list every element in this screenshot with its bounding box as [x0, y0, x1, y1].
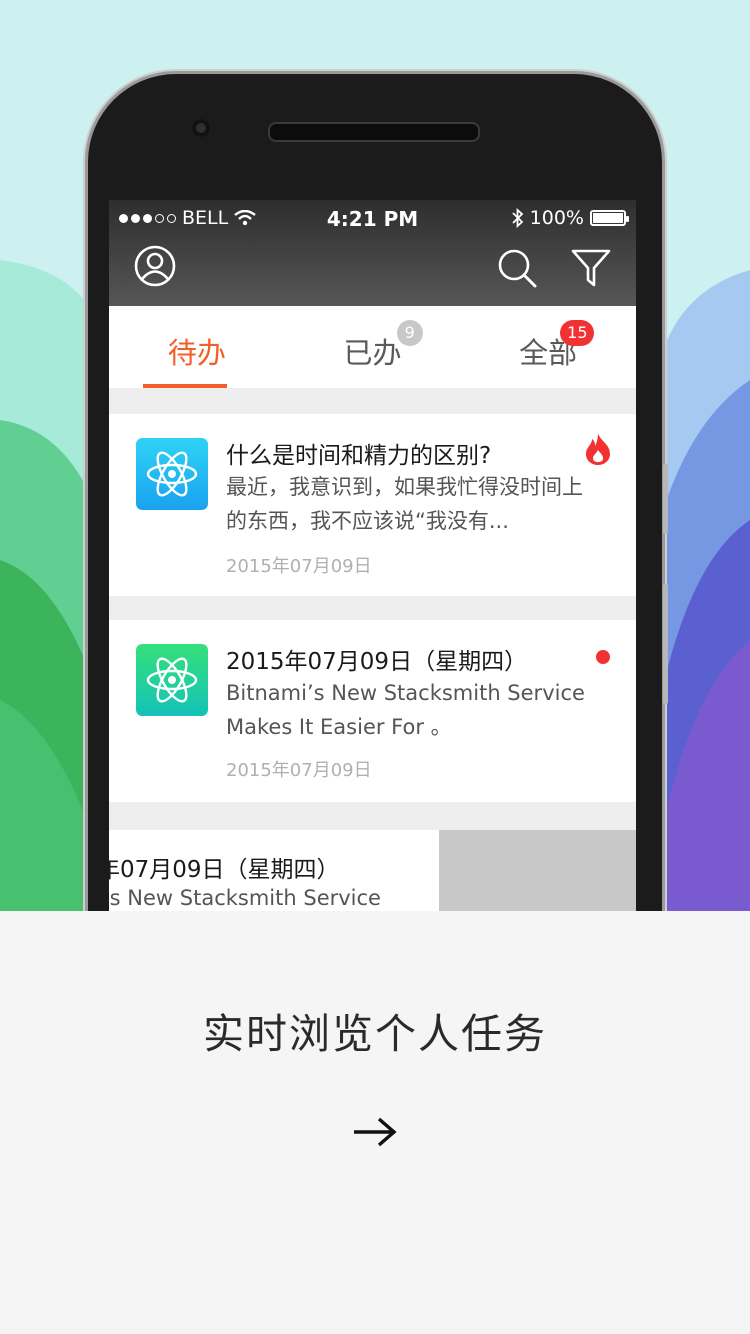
phone-frame: BELL 4:21 PM 100% 待办 已办 9 全部 15 什么是时间和精力… [88, 74, 668, 911]
phone-camera [192, 119, 210, 137]
task-card[interactable]: 2015年07月09日（星期四） Bitnami’s New Stacksmit… [109, 620, 636, 802]
arrow-right-icon[interactable] [351, 1112, 399, 1152]
user-circle-icon[interactable] [133, 244, 177, 288]
task-card[interactable]: 什么是时间和精力的区别? 最近，我意识到，如果我忙得没时间上的东西，我不应该说“… [109, 414, 636, 596]
filter-icon[interactable] [569, 246, 613, 290]
phone-speaker [268, 122, 480, 142]
fire-icon [586, 433, 610, 465]
task-description: Bitnami’s New Stacksmith Service Makes I… [226, 681, 585, 739]
task-title: 什么是时间和精力的区别? [226, 443, 492, 469]
app-header: BELL 4:21 PM 100% [109, 200, 636, 306]
count-badge: 9 [396, 320, 423, 346]
tab-label: 待办 [167, 336, 226, 370]
app-screen: BELL 4:21 PM 100% 待办 已办 9 全部 15 什么是时间和精力… [109, 200, 636, 911]
bluetooth-icon [512, 208, 523, 228]
volume-button [663, 464, 668, 534]
task-title: 年07月09日（星期四） [109, 857, 340, 883]
atom-icon [136, 644, 208, 716]
status-bar: BELL 4:21 PM 100% [109, 204, 636, 232]
swiped-task-card[interactable]: 年07月09日（星期四） ’s New Stacksmith Service [109, 830, 636, 911]
search-icon[interactable] [495, 246, 539, 290]
task-description: 最近，我意识到，如果我忙得没时间上的东西，我不应该说“我没有... [226, 475, 583, 533]
task-title: 2015年07月09日（星期四） [226, 649, 528, 675]
battery-icon [590, 210, 629, 226]
tab-done[interactable]: 已办 9 [285, 306, 461, 388]
tab-label: 已办 [343, 336, 402, 370]
unread-dot [596, 650, 610, 664]
count-badge: 15 [560, 320, 595, 346]
task-date: 2015年07月09日 [226, 760, 372, 781]
tab-bar: 待办 已办 9 全部 15 [109, 306, 636, 388]
swipe-action-area[interactable] [439, 830, 636, 911]
power-button [663, 584, 668, 704]
tab-todo[interactable]: 待办 [109, 306, 285, 388]
active-tab-indicator [142, 384, 227, 388]
hero-illustration: BELL 4:21 PM 100% 待办 已办 9 全部 15 什么是时间和精力… [0, 0, 750, 911]
task-description: ’s New Stacksmith Service [109, 886, 381, 910]
onboarding-caption: 实时浏览个人任务 [203, 1010, 547, 1058]
atom-icon [136, 438, 208, 510]
battery-percent: 100% [529, 207, 584, 229]
tab-all[interactable]: 全部 15 [460, 306, 636, 388]
task-date: 2015年07月09日 [226, 556, 372, 577]
